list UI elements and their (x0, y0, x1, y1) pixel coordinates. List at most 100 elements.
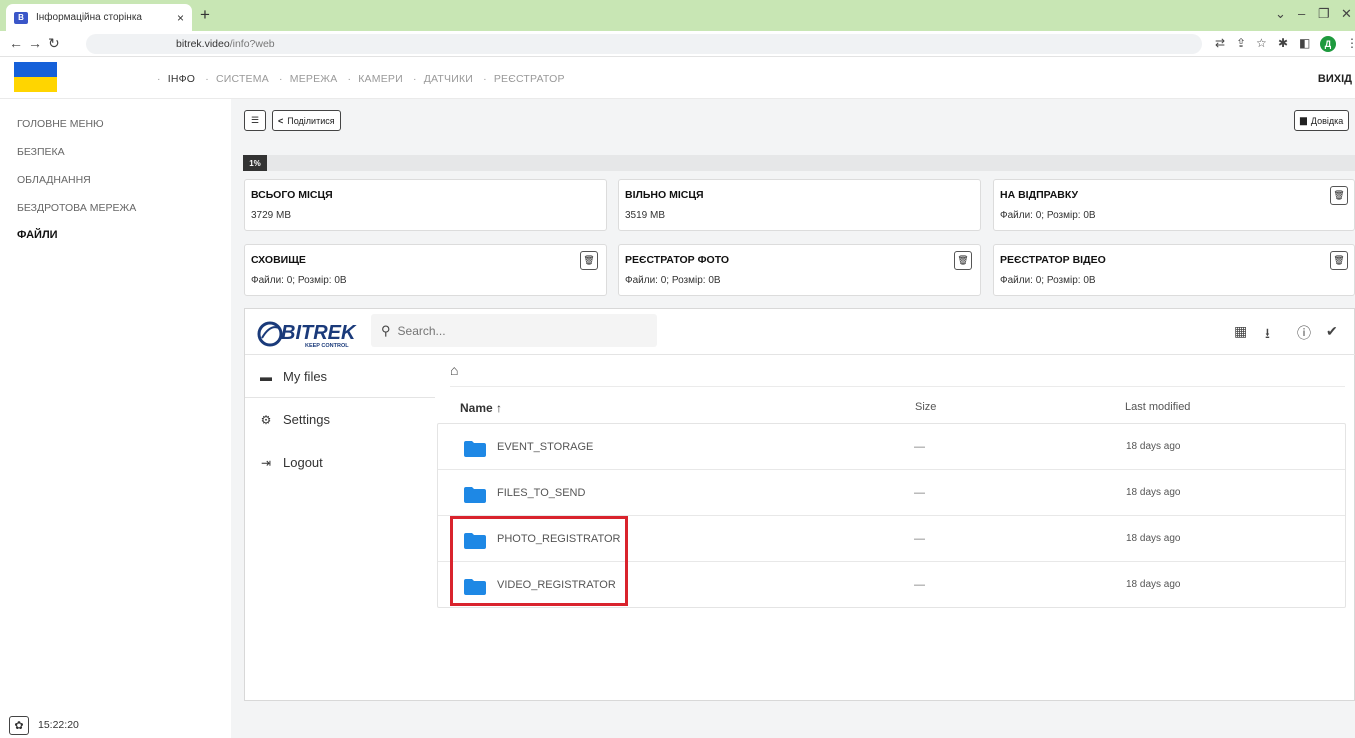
folder-icon (464, 579, 486, 595)
new-tab-button[interactable]: + (200, 5, 210, 25)
card-value: 3519 MB (625, 210, 666, 221)
nav-item-system[interactable]: СИСТЕМА (216, 73, 269, 85)
folder-icon (464, 533, 486, 549)
check-icon[interactable]: ✔ (1326, 323, 1338, 340)
restore-icon[interactable]: ❐ (1318, 6, 1330, 22)
tab-search-icon[interactable]: ⌄ (1275, 6, 1286, 22)
card-storage: СХОВИЩЕ Файли: 0; Розмір: 0B 🗑 (244, 244, 607, 296)
reload-icon[interactable]: ↻ (48, 35, 60, 52)
share-page-icon[interactable]: ⇪ (1236, 36, 1246, 50)
nav-item-registrator[interactable]: РЕЄСТРАТОР (494, 73, 565, 85)
left-sidebar: ГОЛОВНЕ МЕНЮ БЕЗПЕКА ОБЛАДНАННЯ БЕЗДРОТО… (0, 99, 231, 738)
logout-icon: ⇥ (260, 455, 272, 470)
divider (245, 397, 435, 398)
share-icon: < (278, 115, 284, 126)
trash-icon[interactable]: 🗑 (1330, 186, 1348, 205)
clock-status: ✿ 15:22:20 (9, 715, 79, 735)
table-row[interactable]: PHOTO_REGISTRATOR — 18 days ago (438, 516, 1345, 562)
file-list: EVENT_STORAGE — 18 days ago FILES_TO_SEN… (437, 423, 1346, 608)
home-icon[interactable]: ⌂ (450, 362, 458, 378)
sidebar-item-hardware[interactable]: ОБЛАДНАННЯ (17, 174, 91, 186)
clock-time: 15:22:20 (38, 719, 79, 731)
card-title: РЕЄСТРАТОР ВІДЕО (1000, 254, 1106, 266)
grid-view-icon[interactable]: ▦ (1234, 323, 1247, 340)
table-row[interactable]: FILES_TO_SEND — 18 days ago (438, 470, 1345, 516)
folder-icon: ▬ (260, 369, 272, 384)
back-icon[interactable]: ← (9, 35, 23, 51)
file-size: — (914, 441, 925, 453)
card-title: РЕЄСТРАТОР ФОТО (625, 254, 730, 266)
profile-avatar[interactable]: Д (1320, 36, 1336, 52)
browser-tab-bar: B Інформаційна сторінка × + ⌄ – ❐ ✕ (0, 0, 1355, 31)
column-header-size[interactable]: Size (915, 401, 936, 413)
share-button[interactable]: < Поділитися (272, 110, 341, 131)
list-icon: ☰ (250, 115, 260, 125)
logout-link[interactable]: ВИХІД (1318, 73, 1352, 85)
translate-icon[interactable]: ⇄ (1215, 36, 1225, 50)
app-header: · ІНФО · СИСТЕМА · МЕРЕЖА · КАМЕРИ · ДАТЧИКИ … (0, 57, 1355, 99)
tab-close-icon[interactable]: × (177, 11, 184, 25)
column-header-name[interactable]: Name ↑ (460, 401, 502, 415)
file-size: — (914, 533, 925, 545)
list-toggle-button[interactable]: ☰ (244, 110, 266, 131)
bitrek-logo: BITREK KEEP CONTROL (257, 314, 357, 350)
logo-text: BITREK (281, 322, 357, 344)
progress-fill: 1% (243, 155, 267, 171)
sidebar-item-files[interactable]: ФАЙЛИ (17, 229, 58, 241)
file-name: EVENT_STORAGE (497, 441, 594, 453)
help-button[interactable]: ▆ Довідка (1294, 110, 1350, 131)
file-modified: 18 days ago (1126, 441, 1181, 452)
nav-logout-label: Logout (283, 455, 323, 470)
download-icon[interactable]: ⭳ (1265, 323, 1270, 347)
side-panel-icon[interactable]: ◧ (1299, 36, 1310, 50)
file-name: VIDEO_REGISTRATOR (497, 579, 616, 591)
sidebar-item-main-menu[interactable]: ГОЛОВНЕ МЕНЮ (17, 118, 104, 130)
nav-my-files-label: My files (283, 369, 328, 384)
table-row[interactable]: VIDEO_REGISTRATOR — 18 days ago (438, 562, 1345, 608)
table-row[interactable]: EVENT_STORAGE — 18 days ago (438, 424, 1345, 470)
forward-icon[interactable]: → (28, 35, 42, 51)
url-path: /info?web (229, 38, 275, 50)
nav-item-network[interactable]: МЕРЕЖА (290, 73, 338, 85)
info-icon[interactable]: ⓘ (1297, 323, 1311, 343)
file-name: FILES_TO_SEND (497, 487, 586, 499)
logo-subtitle: KEEP CONTROL (305, 343, 349, 349)
sidebar-item-security[interactable]: БЕЗПЕКА (17, 146, 65, 158)
share-label: Поділитися (287, 115, 335, 126)
folder-icon (464, 441, 486, 457)
nav-my-files[interactable]: ▬ My files (259, 369, 327, 384)
trash-icon[interactable]: 🗑 (1330, 251, 1348, 270)
nav-item-cameras[interactable]: КАМЕРИ (358, 73, 403, 85)
column-header-modified[interactable]: Last modified (1125, 401, 1190, 413)
nav-settings-label: Settings (283, 412, 330, 427)
trash-icon[interactable]: 🗑 (580, 251, 598, 270)
card-title: ВСЬОГО МІСЦЯ (251, 189, 333, 201)
search-input[interactable] (397, 323, 638, 338)
card-title: НА ВІДПРАВКУ (1000, 189, 1079, 201)
close-window-icon[interactable]: ✕ (1341, 6, 1352, 22)
url-field[interactable]: bitrek.video/info?web (86, 34, 1202, 54)
nav-item-sensors[interactable]: ДАТЧИКИ (424, 73, 473, 85)
url-host: bitrek.video (176, 38, 230, 50)
card-title: ВІЛЬНО МІСЦЯ (625, 189, 704, 201)
bookmark-star-icon[interactable]: ☆ (1256, 36, 1267, 50)
nav-settings[interactable]: ⚙ Settings (259, 412, 330, 427)
file-browser-sidebar: ▬ My files ⚙ Settings ⇥ Logout (245, 355, 435, 700)
trash-icon[interactable]: 🗑 (954, 251, 972, 270)
extensions-icon[interactable]: ✱ (1278, 36, 1288, 50)
browser-tab[interactable]: B Інформаційна сторінка × (6, 4, 192, 31)
nav-logout[interactable]: ⇥ Logout (259, 455, 323, 470)
card-title: СХОВИЩЕ (251, 254, 306, 266)
sidebar-item-wireless[interactable]: БЕЗДРОТОВА МЕРЕЖА (17, 202, 136, 214)
minimize-icon[interactable]: – (1298, 6, 1305, 21)
breadcrumb-divider (450, 386, 1345, 387)
card-value: Файли: 0; Розмір: 0B (251, 275, 347, 286)
card-value: 3729 MB (251, 210, 292, 221)
browser-menu-icon[interactable]: ⋮ (1346, 36, 1355, 50)
search-box[interactable]: ⚲ (371, 314, 657, 347)
gear-icon[interactable]: ✿ (9, 715, 29, 735)
file-size: — (914, 487, 925, 499)
nav-item-info[interactable]: ІНФО (168, 73, 195, 85)
tab-title: Інформаційна сторінка (36, 12, 142, 23)
settings-icon: ⚙ (260, 412, 272, 427)
